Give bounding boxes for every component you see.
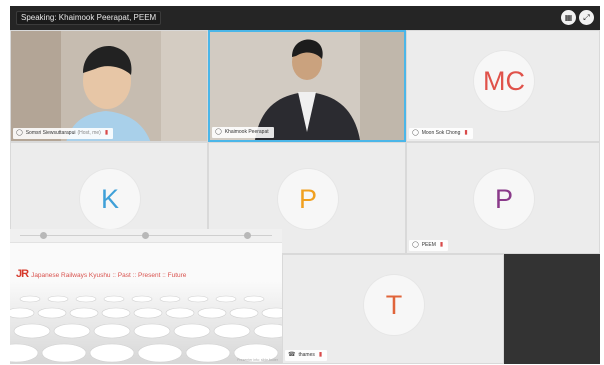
shared-screen[interactable]: JR Japanese Railways Kyushu :: Past :: Pr… [10, 229, 282, 364]
monitor-icon: ◯ [215, 129, 222, 135]
participant-tile-video[interactable]: ◯ Somsri Siewsuttarapui (Host, me) ▮ [10, 30, 208, 142]
slide-dot[interactable] [40, 232, 47, 239]
active-speaker-label: Speaking: Khaimook Peerapat, PEEM [16, 11, 162, 25]
meeting-window: Speaking: Khaimook Peerapat, PEEM ▦ ⤢ ◯ S… [10, 6, 600, 364]
monitor-icon: ◯ [16, 130, 23, 136]
participant-tile-active-speaker[interactable]: ◯ Khaimook Peerapat [208, 30, 406, 142]
mic-muted-icon: ▮ [464, 130, 468, 136]
monitor-icon: ◯ [412, 130, 419, 136]
participant-name-tag: ◯ PEEM ▮ [409, 240, 449, 251]
participant-avatar: P [474, 169, 534, 229]
participant-tile[interactable]: MC ◯ Moon Sok Chong ▮ [406, 30, 600, 142]
participant-avatar: P [278, 169, 338, 229]
mic-muted-icon: ▮ [439, 242, 444, 248]
participant-name-tag: ◯ Khaimook Peerapat [212, 127, 274, 138]
slide-dot[interactable] [142, 232, 149, 239]
grid-view-button[interactable]: ▦ [561, 10, 576, 25]
share-toolbar [10, 229, 282, 243]
participant-video-feed [11, 31, 207, 141]
jr-logo: JR [16, 268, 29, 280]
participant-video-feed [210, 32, 404, 140]
expand-button[interactable]: ⤢ [579, 10, 594, 25]
top-bar: Speaking: Khaimook Peerapat, PEEM ▦ ⤢ [10, 6, 600, 30]
slide-background-pattern [10, 281, 282, 364]
participant-tile[interactable]: P ◯ PEEM ▮ [406, 142, 600, 254]
participant-name-tag: ☎ thames ▮ [285, 350, 328, 361]
slide-footer: Presenter info: slide footer [237, 358, 278, 362]
participant-name-tag: ◯ Somsri Siewsuttarapui (Host, me) ▮ [13, 128, 114, 139]
slide-title: JR Japanese Railways Kyushu :: Past :: Pr… [16, 268, 187, 280]
monitor-icon: ◯ [412, 242, 419, 248]
mic-muted-icon: ▮ [104, 130, 109, 136]
expand-icon: ⤢ [583, 13, 590, 22]
phone-icon: ☎ [288, 352, 296, 358]
participant-avatar: MC [474, 51, 534, 111]
participant-name-tag: ◯ Moon Sok Chong ▮ [409, 128, 473, 139]
participant-tile[interactable]: T ☎ thames ▮ [282, 254, 504, 364]
participant-avatar: T [364, 275, 424, 335]
participant-avatar: K [80, 169, 140, 229]
grid-icon: ▦ [564, 13, 573, 22]
empty-tile [504, 254, 600, 364]
slide-dot[interactable] [244, 232, 251, 239]
mic-muted-icon: ▮ [318, 352, 323, 358]
